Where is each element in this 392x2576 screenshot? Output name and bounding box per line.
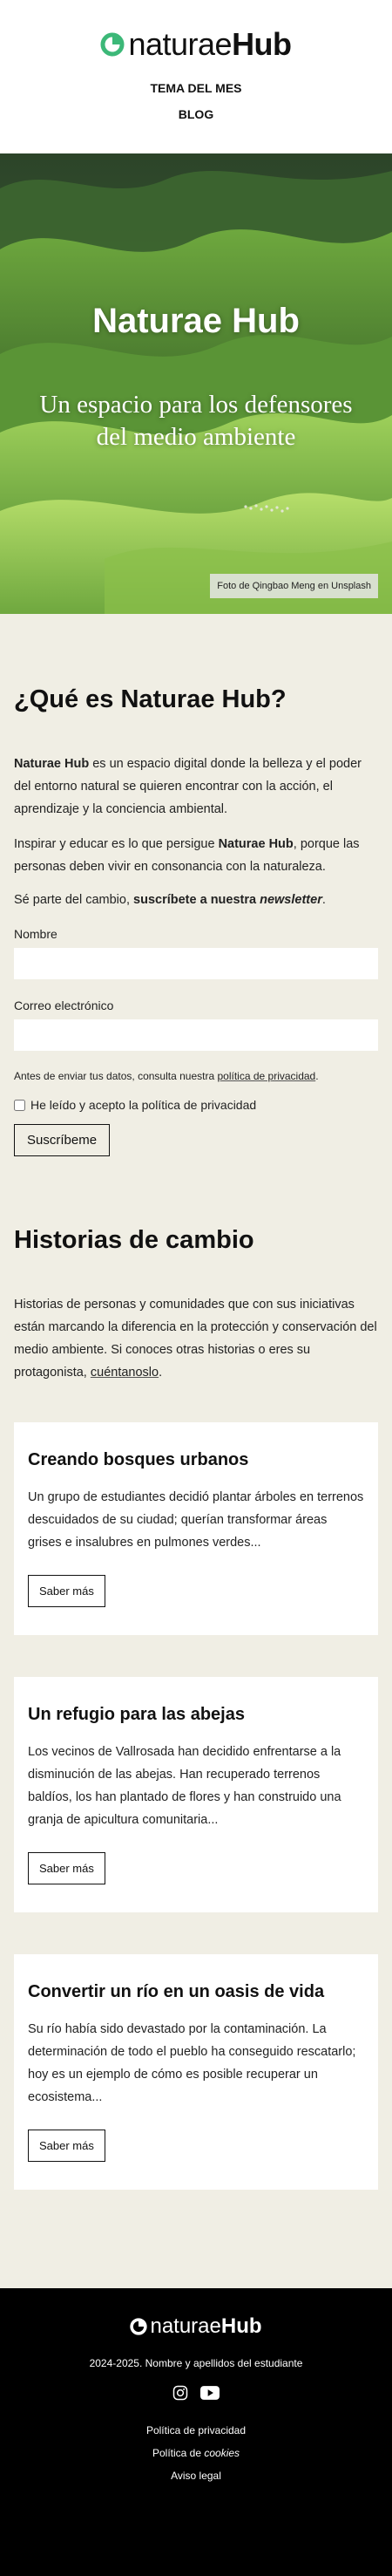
stories-section: Historias de cambio Historias de persona… bbox=[0, 1156, 392, 1384]
about-p3-end: . bbox=[321, 893, 326, 907]
about-p3-start: Sé parte del cambio, bbox=[14, 893, 134, 907]
privacy-checkbox[interactable] bbox=[14, 1099, 25, 1111]
hero-subtitle: Un espacio para los defensores del medio… bbox=[39, 391, 353, 451]
story-card-text: Su río había sido devastado por la conta… bbox=[28, 2022, 356, 2104]
photo-credit[interactable]: Foto de Qingbao Meng en Unsplash bbox=[210, 574, 378, 598]
privacy-checkbox-row[interactable]: He leído y acepto la política de privaci… bbox=[14, 1098, 378, 1112]
copyright-text: 2024-2025. Nombre y apellidos del estudi… bbox=[89, 2357, 303, 2369]
story-card-title: Convertir un río en un oasis de vida bbox=[28, 1982, 325, 2001]
name-label: Nombre bbox=[14, 927, 57, 941]
site-logo[interactable]: naturae Hub bbox=[100, 26, 292, 63]
footer-links: Política de privacidad Política de cooki… bbox=[0, 2419, 392, 2487]
privacy-note-end: . bbox=[315, 1070, 319, 1082]
privacy-policy-link[interactable]: política de privacidad bbox=[217, 1070, 315, 1082]
story-card-text: Los vecinos de Vallrosada han decidido e… bbox=[28, 1745, 341, 1827]
story-card: Creando bosques urbanos Un grupo de estu… bbox=[14, 1422, 378, 1635]
story-card-text: Un grupo de estudiantes decidió plantar … bbox=[28, 1490, 364, 1550]
hero-title: Naturae Hub bbox=[92, 302, 300, 340]
footer-link-privacy[interactable]: Política de privacidad bbox=[0, 2419, 392, 2442]
footer-link-cookies-text: Política de bbox=[152, 2447, 205, 2459]
hero-banner: Naturae Hub Un espacio para los defensor… bbox=[0, 153, 392, 614]
stories-intro-end: . bbox=[159, 1366, 163, 1380]
stories-title: Historias de cambio bbox=[14, 1226, 254, 1254]
about-section: ¿Qué es Naturae Hub? Naturae Hub es un e… bbox=[0, 614, 392, 1156]
about-paragraph-2: Inspirar y educar es lo que persigue Nat… bbox=[14, 833, 378, 878]
read-more-button[interactable]: Saber más bbox=[28, 2130, 105, 2162]
about-p2-start: Inspirar y educar es lo que persigue bbox=[14, 837, 219, 851]
youtube-icon[interactable] bbox=[200, 2385, 220, 2405]
story-card-title: Un refugio para las abejas bbox=[28, 1705, 245, 1724]
site-header: naturae Hub TEMA DEL MES BLOG bbox=[0, 0, 392, 153]
about-paragraph-3: Sé parte del cambio, suscríbete a nuestr… bbox=[14, 889, 378, 911]
privacy-note: Antes de enviar tus datos, consulta nues… bbox=[14, 1070, 378, 1082]
about-p2-strong: Naturae Hub bbox=[218, 837, 294, 851]
hero-landscape-image bbox=[0, 153, 392, 614]
email-field[interactable] bbox=[14, 1019, 378, 1051]
stories-intro: Historias de personas y comunidades que … bbox=[14, 1293, 378, 1384]
stories-intro-text: Historias de personas y comunidades que … bbox=[14, 1298, 377, 1380]
newsletter-form: Nombre Correo electrónico Antes de envia… bbox=[14, 927, 378, 1156]
logo-text-light: naturae bbox=[128, 26, 233, 62]
about-p3-strong: suscríbete a nuestra newsletter bbox=[133, 893, 322, 907]
footer-logo-leaf-icon bbox=[130, 2318, 148, 2335]
nav-item-tema-del-mes[interactable]: TEMA DEL MES bbox=[0, 75, 392, 101]
social-links bbox=[0, 2385, 392, 2405]
main-nav: TEMA DEL MES BLOG bbox=[0, 75, 392, 127]
footer-link-cookies[interactable]: Política de cookies bbox=[0, 2442, 392, 2464]
privacy-note-text: Antes de enviar tus datos, consulta nues… bbox=[14, 1070, 218, 1082]
tell-us-link[interactable]: cuéntanoslo bbox=[91, 1366, 159, 1380]
nav-item-blog[interactable]: BLOG bbox=[0, 101, 392, 127]
read-more-button[interactable]: Saber más bbox=[28, 1852, 105, 1884]
footer-link-cookies-em: cookies bbox=[204, 2447, 240, 2459]
footer-logo[interactable]: naturae Hub bbox=[130, 2314, 262, 2339]
footer-link-legal[interactable]: Aviso legal bbox=[0, 2464, 392, 2487]
site-footer: naturae Hub 2024-2025. Nombre y apellidos… bbox=[0, 2288, 392, 2576]
about-paragraph-1: Naturae Hub es un espacio digital donde … bbox=[14, 753, 378, 821]
about-p3-em: newsletter bbox=[260, 893, 322, 907]
instagram-icon[interactable] bbox=[172, 2385, 188, 2405]
footer-logo-bold: Hub bbox=[220, 2314, 262, 2338]
about-title: ¿Qué es Naturae Hub? bbox=[14, 685, 287, 713]
story-card-title: Creando bosques urbanos bbox=[28, 1450, 249, 1469]
about-brand-strong: Naturae Hub bbox=[14, 757, 90, 771]
name-field[interactable] bbox=[14, 948, 378, 979]
privacy-checkbox-label: He leído y acepto la política de privaci… bbox=[30, 1098, 257, 1112]
story-card: Convertir un río en un oasis de vida Su … bbox=[14, 1954, 378, 2190]
footer-logo-light: naturae bbox=[150, 2314, 221, 2338]
logo-text-bold: Hub bbox=[232, 26, 292, 62]
email-label: Correo electrónico bbox=[14, 998, 114, 1012]
about-p3-strong-text: suscríbete a nuestra bbox=[133, 893, 260, 907]
story-card: Un refugio para las abejas Los vecinos d… bbox=[14, 1677, 378, 1912]
logo-leaf-icon bbox=[100, 32, 125, 57]
read-more-button[interactable]: Saber más bbox=[28, 1575, 105, 1607]
subscribe-button[interactable]: Suscríbeme bbox=[14, 1124, 111, 1156]
